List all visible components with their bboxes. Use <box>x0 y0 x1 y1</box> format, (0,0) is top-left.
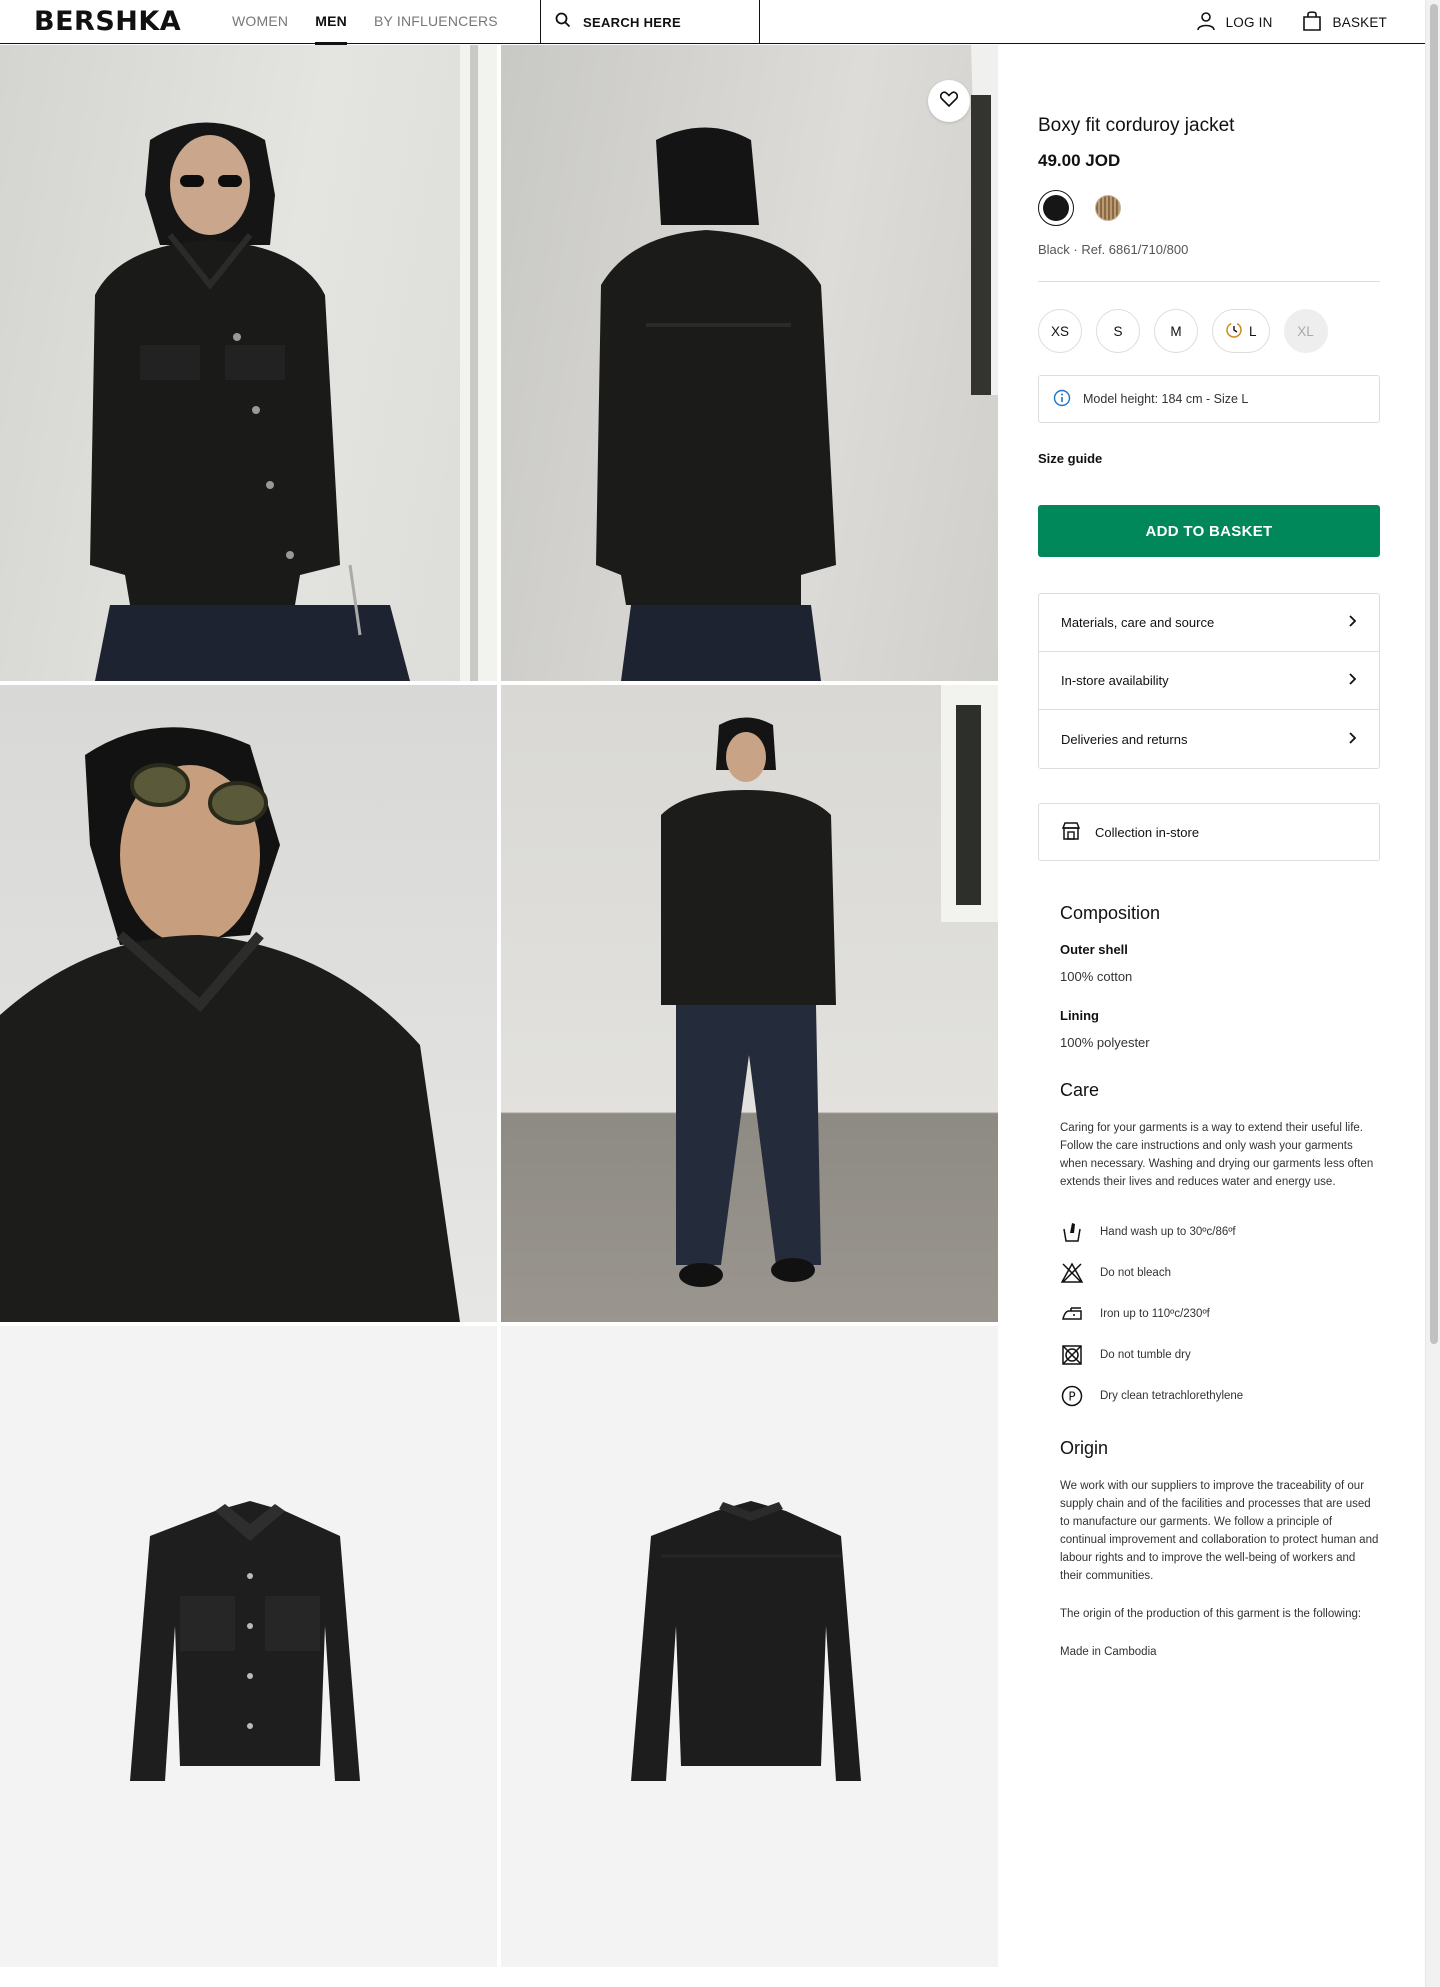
search-icon <box>555 12 571 33</box>
care-item: Hand wash up to 30ºc/86ºf <box>1060 1211 1380 1252</box>
product-info-accordion: Materials, care and source In-store avai… <box>1038 593 1380 769</box>
size-option-s[interactable]: S <box>1096 309 1141 353</box>
accordion-label: Materials, care and source <box>1061 615 1215 630</box>
care-item: Do not tumble dry <box>1060 1334 1380 1375</box>
size-option-m[interactable]: M <box>1154 309 1199 353</box>
login-button[interactable]: LOG IN <box>1196 11 1273 34</box>
basket-button[interactable]: BASKET <box>1301 10 1387 35</box>
accordion-materials-care[interactable]: Materials, care and source <box>1039 594 1379 652</box>
add-to-basket-button[interactable]: ADD TO BASKET <box>1038 505 1380 557</box>
info-icon <box>1053 389 1071 410</box>
accordion-label: Deliveries and returns <box>1061 731 1188 747</box>
color-swatch-brown[interactable] <box>1090 190 1126 226</box>
site-header: BERSHKA WOMEN MEN BY INFLUENCERS SEARCH … <box>0 0 1425 45</box>
bershka-logo[interactable]: BERSHKA <box>34 6 181 37</box>
scrollbar-thumb[interactable] <box>1430 4 1438 1344</box>
main-nav: WOMEN MEN BY INFLUENCERS <box>232 0 498 45</box>
lining-value: 100% polyester <box>1060 1035 1150 1050</box>
collection-in-store-button[interactable]: Collection in-store <box>1038 803 1380 861</box>
user-icon <box>1196 11 1216 34</box>
size-selector: XS S M L XL <box>1038 309 1328 353</box>
model-info-text: Model height: 184 cm - Size L <box>1083 392 1249 406</box>
hand-wash-icon <box>1060 1220 1084 1244</box>
product-title: Boxy fit corduroy jacket <box>1038 115 1235 136</box>
do-not-bleach-icon <box>1060 1261 1084 1285</box>
nav-by-influencers[interactable]: BY INFLUENCERS <box>374 0 498 44</box>
origin-heading: Origin <box>1060 1438 1109 1458</box>
search-placeholder: SEARCH HERE <box>583 14 681 30</box>
add-to-wishlist-button[interactable] <box>928 80 970 122</box>
size-guide-link[interactable]: Size guide <box>1038 451 1102 466</box>
accordion-in-store-availability[interactable]: In-store availability <box>1039 652 1379 710</box>
care-item: Iron up to 110ºc/230ºf <box>1060 1293 1380 1334</box>
chevron-right-icon <box>1347 673 1357 688</box>
svg-text:P: P <box>1068 1389 1075 1403</box>
outer-shell-label: Outer shell <box>1060 942 1128 957</box>
lining-label: Lining <box>1060 1008 1099 1023</box>
size-label-l: L <box>1249 323 1257 339</box>
nav-men[interactable]: MEN <box>315 0 347 45</box>
composition-heading: Composition <box>1060 903 1161 923</box>
product-composition-care-origin: Composition Outer shell 100% cotton Lini… <box>1060 903 1380 1661</box>
search-bar[interactable]: SEARCH HERE <box>540 0 760 44</box>
size-option-l[interactable]: L <box>1212 309 1270 353</box>
made-in: Made in Cambodia <box>1060 1646 1157 1658</box>
outer-shell-value: 100% cotton <box>1060 969 1133 984</box>
color-and-reference: Black · Ref. 6861/710/800 <box>1038 242 1189 257</box>
header-actions: LOG IN BASKET <box>1196 0 1387 44</box>
care-text: Caring for your garments is a way to ext… <box>1060 1122 1374 1188</box>
divider <box>1038 281 1380 282</box>
basket-label: BASKET <box>1332 14 1387 30</box>
heart-icon <box>939 90 959 112</box>
accordion-label: In-store availability <box>1061 673 1169 688</box>
product-price: 49.00 JOD <box>1038 151 1121 170</box>
dry-clean-p-icon: P <box>1060 1384 1084 1408</box>
login-label: LOG IN <box>1225 14 1273 30</box>
care-instructions: Hand wash up to 30ºc/86ºf Do not bleach … <box>1060 1211 1380 1416</box>
color-swatch-black[interactable] <box>1038 190 1074 226</box>
do-not-tumble-dry-icon <box>1060 1343 1084 1367</box>
product-photo-flat-front[interactable] <box>0 1326 497 1967</box>
collection-label: Collection in-store <box>1095 824 1200 840</box>
page-scrollbar[interactable] <box>1425 0 1440 1987</box>
care-heading: Care <box>1060 1080 1100 1100</box>
low-stock-clock-icon <box>1225 321 1243 342</box>
store-icon <box>1061 821 1081 844</box>
size-option-xl[interactable]: XL <box>1283 309 1328 353</box>
model-info-box: Model height: 184 cm - Size L <box>1038 375 1380 423</box>
product-photo-front-model[interactable] <box>0 45 497 681</box>
care-item: Do not bleach <box>1060 1252 1380 1293</box>
product-photo-full-body[interactable] <box>501 685 998 1322</box>
basket-icon <box>1301 10 1323 35</box>
product-photo-flat-back[interactable] <box>501 1326 998 1967</box>
chevron-right-icon <box>1347 731 1357 747</box>
nav-women[interactable]: WOMEN <box>232 0 288 44</box>
origin-text-2: The origin of the production of this gar… <box>1060 1608 1362 1620</box>
iron-icon <box>1060 1302 1084 1326</box>
chevron-right-icon <box>1347 615 1357 630</box>
accordion-deliveries-returns[interactable]: Deliveries and returns <box>1039 710 1379 768</box>
origin-text: We work with our suppliers to improve th… <box>1060 1480 1379 1582</box>
care-item: P Dry clean tetrachlorethylene <box>1060 1375 1380 1416</box>
size-option-xs[interactable]: XS <box>1038 309 1083 353</box>
product-photo-back-model[interactable] <box>501 45 998 681</box>
product-photo-closeup-model[interactable] <box>0 685 497 1322</box>
